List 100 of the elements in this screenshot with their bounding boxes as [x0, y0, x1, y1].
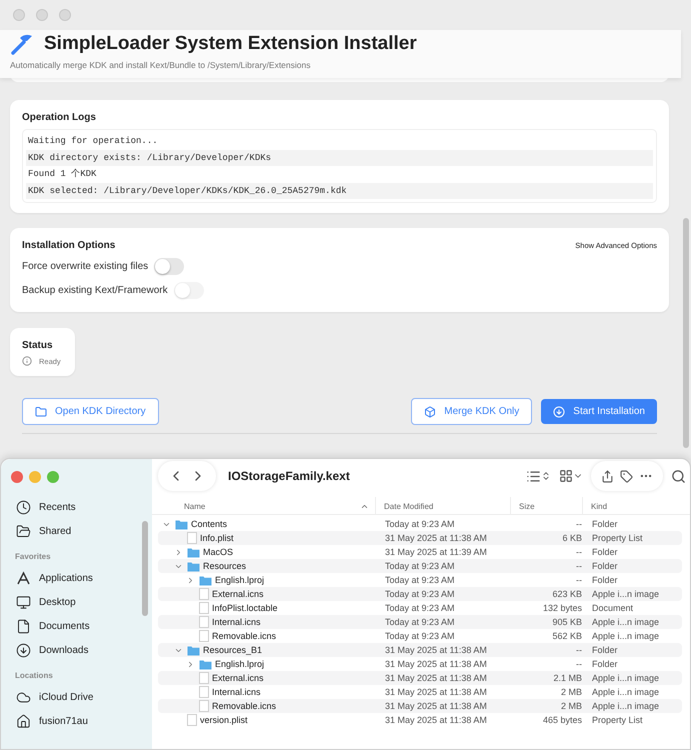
- file-row[interactable]: External.icns 31 May 2025 at 11:38 AM 2.1 MB Apple i...n image: [158, 671, 682, 685]
- size-cell-text: 2.1 MB: [552, 673, 583, 683]
- file-name: English.lproj: [215, 575, 264, 585]
- document-icon: [16, 618, 31, 634]
- file-icon: [199, 630, 209, 642]
- column-header[interactable]: Date Modified: [375, 497, 510, 515]
- clock-icon: [16, 500, 31, 514]
- column-header[interactable]: Kind: [582, 497, 690, 515]
- column-header[interactable]: Size: [510, 497, 582, 515]
- sidebar-item[interactable]: Applications: [11, 566, 142, 590]
- file-name: version.plist: [200, 715, 248, 725]
- sidebar-item[interactable]: fusion71au: [11, 709, 142, 733]
- file-icon: [187, 532, 197, 544]
- size-cell-text: --: [575, 575, 583, 585]
- size-cell-text: 905 KB: [551, 617, 583, 627]
- file-icon: [187, 714, 197, 726]
- applications-icon: [16, 570, 31, 586]
- app-title: SimpleLoader System Extension Installer: [44, 33, 417, 55]
- card-title: Operation Logs: [22, 112, 97, 123]
- kind-cell-text: Apple i...n image: [591, 631, 660, 641]
- date-cell-text: 31 May 2025 at 11:38 AM: [384, 715, 488, 725]
- file-row[interactable]: version.plist 31 May 2025 at 11:38 AM 465 bytes Property List: [158, 713, 682, 727]
- toggle-switch[interactable]: [154, 258, 184, 275]
- option-label: Force overwrite existing files: [22, 261, 148, 272]
- date-cell-text: 31 May 2025 at 11:38 AM: [384, 533, 488, 543]
- house-icon: [16, 714, 31, 728]
- file-row[interactable]: English.lproj Today at 9:23 AM -- Folder: [158, 573, 682, 587]
- date-cell-text: 31 May 2025 at 11:38 AM: [384, 659, 488, 669]
- scrollbar-thumb[interactable]: [142, 521, 148, 616]
- share-button[interactable]: [601, 470, 614, 482]
- sidebar-item[interactable]: Downloads: [11, 638, 142, 662]
- file-icon: [199, 616, 209, 628]
- grid-icon: [559, 469, 573, 483]
- log-line: Waiting for operation...: [27, 135, 159, 148]
- kind-cell-text: Apple i...n image: [591, 673, 660, 683]
- date-cell-text: Today at 9:23 AM: [384, 575, 456, 585]
- collapsed-chevron-icon[interactable]: [186, 576, 195, 584]
- sidebar-item[interactable]: iCloud Drive: [11, 685, 142, 709]
- file-row[interactable]: Removable.icns 31 May 2025 at 11:38 AM 2 MB Apple i...n image: [158, 699, 682, 713]
- date-cell-text: Today at 9:23 AM: [384, 589, 456, 599]
- date-cell-text: 31 May 2025 at 11:38 AM: [384, 701, 488, 711]
- file-row[interactable]: Internal.icns Today at 9:23 AM 905 KB Apple i...n image: [158, 615, 682, 629]
- kind-cell-text: Apple i...n image: [591, 701, 660, 711]
- file-row[interactable]: External.icns Today at 9:23 AM 623 KB Apple i...n image: [158, 587, 682, 601]
- file-name: MacOS: [203, 547, 234, 557]
- desktop-icon: [16, 594, 31, 610]
- scrollbar-thumb[interactable]: [683, 218, 689, 448]
- file-row[interactable]: MacOS 31 May 2025 at 11:39 AM -- Folder: [158, 545, 682, 559]
- file-row[interactable]: Internal.icns 31 May 2025 at 11:38 AM 2 MB Apple i...n image: [158, 685, 682, 699]
- size-cell-text: --: [575, 547, 583, 557]
- kind-cell-text: Folder: [591, 659, 619, 669]
- folder-icon: [187, 560, 200, 572]
- search-button[interactable]: [671, 468, 686, 484]
- card-title: Status: [22, 340, 54, 351]
- file-name: Resources: [203, 561, 246, 571]
- date-cell-text: Today at 9:23 AM: [384, 519, 456, 529]
- date-cell-text: Today at 9:23 AM: [384, 631, 456, 641]
- sidebar-item[interactable]: Desktop: [11, 590, 142, 614]
- date-cell-text: Today at 9:23 AM: [384, 561, 456, 571]
- file-icon: [199, 700, 209, 712]
- sidebar-item[interactable]: Documents: [11, 614, 142, 638]
- column-header[interactable]: Name: [152, 497, 375, 515]
- size-cell-text: 465 bytes: [542, 715, 583, 725]
- file-icon: [199, 672, 209, 684]
- tag-button[interactable]: [620, 470, 633, 482]
- search-icon: [671, 468, 686, 484]
- action-button[interactable]: Merge KDK Only: [411, 398, 532, 425]
- kind-cell-text: Document: [591, 603, 634, 613]
- file-icon: [199, 686, 209, 698]
- file-row[interactable]: Info.plist 31 May 2025 at 11:38 AM 6 KB Property List: [158, 531, 682, 545]
- kind-cell-text: Property List: [591, 533, 644, 543]
- file-row[interactable]: Contents Today at 9:23 AM -- Folder: [158, 517, 682, 531]
- sidebar-item[interactable]: Shared: [11, 519, 142, 543]
- size-cell-text: --: [575, 519, 583, 529]
- size-cell-text: --: [575, 561, 583, 571]
- kind-cell-text: Folder: [591, 561, 619, 571]
- collapsed-chevron-icon[interactable]: [174, 548, 183, 556]
- download-icon: [16, 642, 31, 658]
- download-icon: [553, 406, 566, 418]
- view-options-button[interactable]: [526, 468, 551, 484]
- collapsed-chevron-icon[interactable]: [186, 660, 195, 668]
- file-row[interactable]: InfoPlist.loctable Today at 9:23 AM 132 bytes Document: [158, 601, 682, 615]
- action-button[interactable]: Start Installation: [541, 399, 657, 424]
- action-button[interactable]: Open KDK Directory: [22, 398, 159, 425]
- kind-cell-text: Apple i...n image: [591, 589, 660, 599]
- info-icon: [22, 356, 32, 366]
- close-button[interactable]: [11, 471, 23, 483]
- file-row[interactable]: Resources Today at 9:23 AM -- Folder: [158, 559, 682, 573]
- file-name: Resources_B1: [203, 645, 262, 655]
- kind-cell-text: Apple i...n image: [591, 687, 660, 697]
- size-cell-text: 2 MB: [560, 701, 583, 711]
- group-button[interactable]: [559, 469, 583, 483]
- file-row[interactable]: Resources_B1 31 May 2025 at 11:38 AM -- Folder: [158, 643, 682, 657]
- sidebar-item[interactable]: Recents: [11, 495, 142, 519]
- kind-cell-text: Folder: [591, 547, 619, 557]
- kind-cell-text: Folder: [591, 575, 619, 585]
- file-row[interactable]: Removable.icns Today at 9:23 AM 562 KB Apple i...n image: [158, 629, 682, 643]
- size-cell-text: --: [575, 659, 583, 669]
- tag-icon: [620, 470, 633, 482]
- file-row[interactable]: English.lproj 31 May 2025 at 11:38 AM -- Folder: [158, 657, 682, 671]
